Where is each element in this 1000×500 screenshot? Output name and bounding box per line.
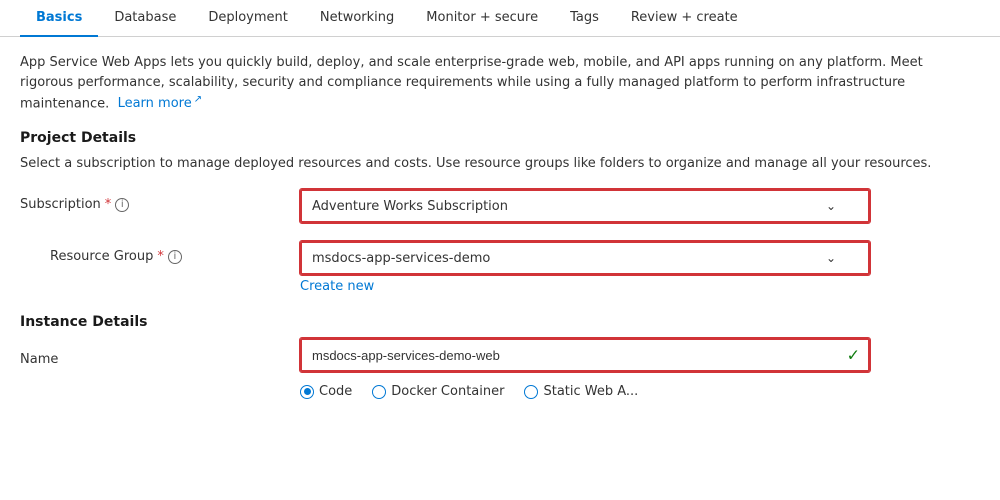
description-text: App Service Web Apps lets you quickly bu… [20, 53, 980, 114]
check-icon: ✓ [847, 346, 860, 365]
subscription-label: Subscription [20, 197, 101, 212]
external-link-icon: ↗ [194, 94, 202, 105]
resource-group-chevron-icon: ⌄ [826, 251, 836, 265]
instance-name-row: Name ✓ [20, 338, 980, 372]
subscription-value: Adventure Works Subscription [312, 199, 818, 214]
resource-group-value: msdocs-app-services-demo [312, 251, 818, 266]
radio-circle-1 [372, 385, 386, 399]
radio-circle-0 [300, 385, 314, 399]
publish-option-1[interactable]: Docker Container [372, 384, 504, 399]
instance-name-label: Name [20, 352, 58, 367]
tab-monitor[interactable]: Monitor + secure [410, 0, 554, 37]
tab-tags[interactable]: Tags [554, 0, 615, 37]
publish-option-2[interactable]: Static Web A... [524, 384, 638, 399]
radio-circle-2 [524, 385, 538, 399]
main-content: App Service Web Apps lets you quickly bu… [0, 37, 1000, 496]
subscription-chevron-icon: ⌄ [826, 199, 836, 213]
learn-more-link[interactable]: Learn more↗ [118, 96, 203, 111]
resource-group-row: Resource Group * i msdocs-app-services-d… [20, 241, 980, 294]
project-details-desc: Select a subscription to manage deployed… [20, 154, 980, 174]
publish-option-0[interactable]: Code [300, 384, 352, 399]
radio-label-1: Docker Container [391, 384, 504, 399]
tab-bar: BasicsDatabaseDeploymentNetworkingMonito… [0, 0, 1000, 37]
resource-group-label: Resource Group [50, 249, 153, 264]
tab-networking[interactable]: Networking [304, 0, 410, 37]
radio-label-2: Static Web A... [543, 384, 638, 399]
tab-deployment[interactable]: Deployment [192, 0, 304, 37]
instance-details-title: Instance Details [20, 314, 980, 330]
tab-basics[interactable]: Basics [20, 0, 98, 37]
create-new-link[interactable]: Create new [300, 279, 374, 294]
publish-options-row: Code Docker Container Static Web A... [20, 384, 980, 399]
resource-group-info-icon[interactable]: i [168, 250, 182, 264]
tab-database[interactable]: Database [98, 0, 192, 37]
instance-name-input[interactable] [300, 338, 870, 372]
subscription-required: * [105, 197, 112, 212]
subscription-dropdown[interactable]: Adventure Works Subscription ⌄ [300, 189, 870, 223]
resource-group-required: * [157, 249, 164, 264]
project-details-section: Project Details Select a subscription to… [20, 130, 980, 295]
radio-label-0: Code [319, 384, 352, 399]
instance-details-section: Instance Details Name ✓ Code Docker Conta… [20, 314, 980, 399]
resource-group-dropdown[interactable]: msdocs-app-services-demo ⌄ [300, 241, 870, 275]
project-details-title: Project Details [20, 130, 980, 146]
tab-review[interactable]: Review + create [615, 0, 754, 37]
subscription-info-icon[interactable]: i [115, 198, 129, 212]
subscription-row: Subscription * i Adventure Works Subscri… [20, 189, 980, 231]
